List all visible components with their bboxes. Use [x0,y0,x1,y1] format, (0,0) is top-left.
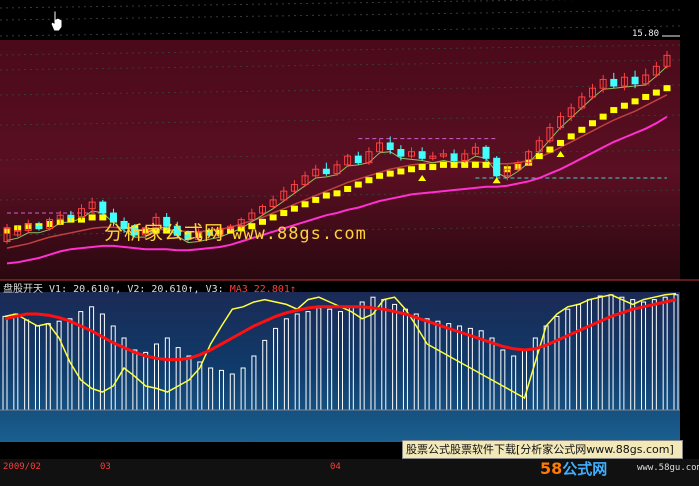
watermark: 分析家公式网 www.88gs.com [104,218,367,245]
stop-marker [344,185,352,192]
indicator-name: 盘股开天 [3,284,43,295]
site-logo: 58公式网 [540,458,607,479]
stop-marker [408,166,416,173]
download-banner[interactable]: 股票公式股票软件下载[分析家公式网www.88gs.com] [402,440,683,459]
stop-marker [567,133,575,140]
stop-marker [599,113,607,120]
candle-body [631,76,639,85]
top-area [0,0,699,40]
stop-marker [471,161,479,168]
stop-marker [354,181,362,188]
stop-marker [290,205,298,212]
stop-marker [588,120,596,127]
candle-body [482,146,490,159]
stock-chart-window: { "indicator_header": { "name": "盘股开天", … [0,0,699,486]
stop-marker [312,196,320,203]
stop-marker [397,168,405,175]
stop-marker [418,164,426,171]
candle-body [386,142,394,151]
stop-marker [652,89,660,96]
stop-marker [322,192,330,199]
indicator-v1: V1: 20.610↑, [49,284,122,295]
candle-body [418,151,426,159]
logo-text: 公式网 [562,460,608,478]
candle-body [67,214,75,218]
stop-marker [631,98,639,105]
date-label-2: 04 [330,462,341,472]
stop-marker [439,161,447,168]
candle-body [354,155,362,164]
stop-marker [642,93,650,100]
stop-marker [546,146,554,153]
indicator-v3: V3: [205,284,224,295]
stop-marker [578,126,586,133]
stop-marker [386,170,394,177]
candle-body [322,168,330,175]
stop-marker [333,190,341,197]
candle-body [397,149,405,157]
date-label-1: 03 [100,462,111,472]
stop-marker [620,102,628,109]
stop-marker [535,153,543,160]
stop-marker [557,139,565,146]
stop-marker [461,161,469,168]
stop-marker [450,161,458,168]
candle-body [610,78,618,87]
stop-marker [482,161,490,168]
stop-marker [429,164,437,171]
stop-marker [610,107,618,114]
candle-body [99,201,107,214]
watermark-url: www.88gs.com [232,224,367,244]
indicator-ma3: MA3 22.801↑ [229,284,296,295]
candle-body [493,157,501,177]
stop-marker [365,177,373,184]
stop-marker [301,201,309,208]
date-label-0: 2009/02 [3,462,41,472]
candle-body [450,153,458,161]
stop-marker [376,172,384,179]
indicator-v2: V2: 20.610↑, [127,284,200,295]
last-price-label: 15.80 [632,29,660,39]
hand-cursor-icon [50,10,63,32]
stop-marker [88,214,96,221]
candle-body [35,225,43,229]
watermark-text: 分析家公式网 [104,222,225,244]
logo-site: www.58gu.com [637,463,699,473]
stop-marker [663,85,671,92]
indicator-header: 盘股开天 V1: 20.610↑, V2: 20.610↑, V3: MA3 2… [3,280,296,295]
stop-marker [280,210,288,217]
logo-number: 58 [540,459,563,478]
